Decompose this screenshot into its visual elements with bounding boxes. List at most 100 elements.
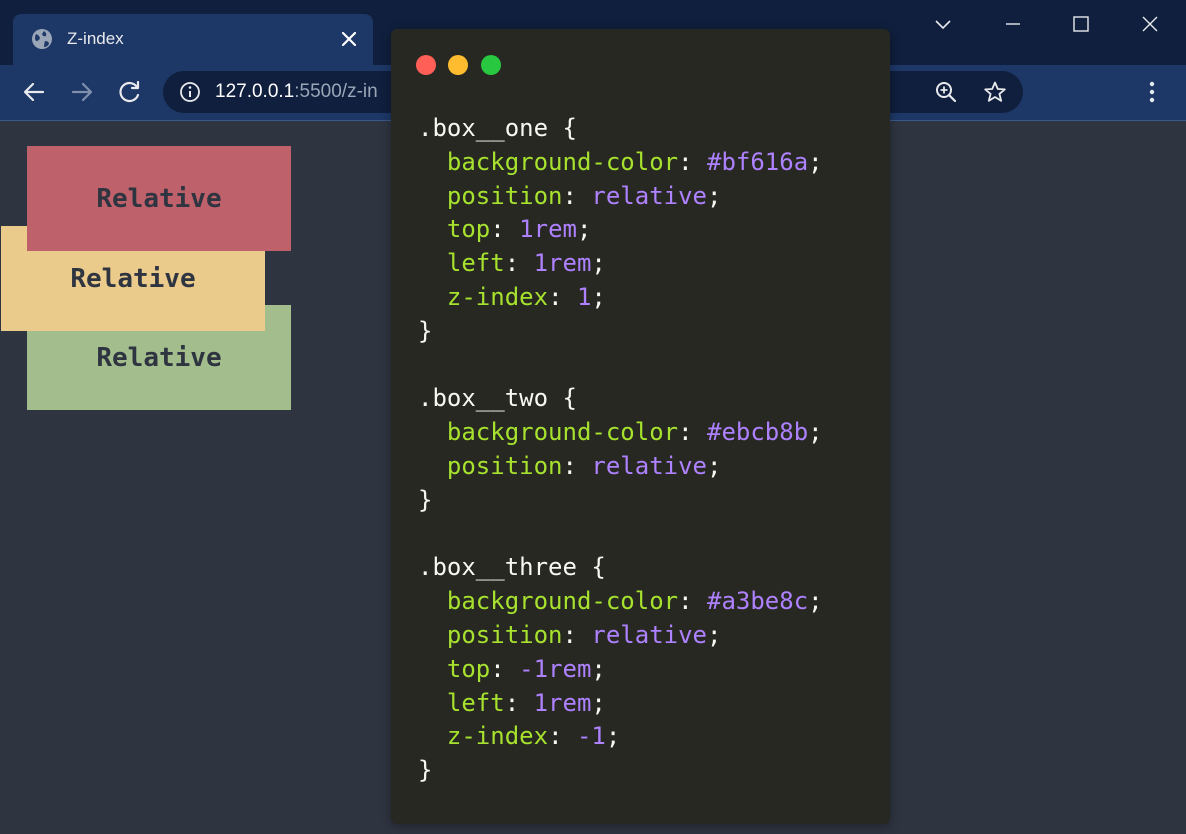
- code-token: background-color: [446, 147, 679, 176]
- star-icon[interactable]: [983, 80, 1007, 104]
- code-token: :: [504, 688, 534, 717]
- code-window: .box__one { background-color: #bf616a; p…: [391, 29, 890, 824]
- code-token: .box__three {: [418, 553, 606, 582]
- code-token: :: [562, 181, 592, 210]
- code-token: .box__two {: [418, 384, 577, 413]
- code-line: position: relative;: [418, 619, 823, 653]
- code-line: top: -1rem;: [418, 653, 823, 687]
- code-token: #a3be8c: [707, 587, 809, 616]
- reload-icon[interactable]: [117, 79, 143, 105]
- tab-z-index[interactable]: Z-index: [13, 14, 373, 65]
- code-block: .box__one { background-color: #bf616a; p…: [418, 112, 823, 788]
- code-token: z-index: [446, 282, 549, 311]
- code-token: left: [446, 249, 505, 278]
- code-token: 1: [576, 282, 592, 311]
- code-line: background-color: #ebcb8b;: [418, 416, 823, 450]
- code-token: position: [446, 451, 563, 480]
- code-token: 1rem: [519, 215, 577, 244]
- close-icon[interactable]: [340, 30, 358, 48]
- code-token: :: [490, 654, 520, 683]
- globe-icon: [32, 29, 52, 49]
- code-token: relative: [591, 451, 707, 480]
- zoom-in-icon[interactable]: [934, 80, 958, 104]
- window-close-icon[interactable]: [1140, 14, 1160, 34]
- chevron-down-icon[interactable]: [933, 14, 953, 34]
- code-token: :: [678, 418, 707, 447]
- box-one-label: Relative: [96, 183, 222, 214]
- code-token: z-index: [446, 722, 549, 751]
- code-token: top: [446, 654, 491, 683]
- code-line: }: [418, 754, 823, 788]
- code-token: ;: [707, 181, 722, 210]
- code-token: :: [678, 147, 707, 176]
- window-maximize-dot[interactable]: [481, 55, 501, 75]
- code-line: }: [418, 315, 823, 349]
- code-token: background-color: [446, 587, 679, 616]
- code-token: 1rem: [533, 688, 592, 717]
- code-line: z-index: 1;: [418, 281, 823, 315]
- code-line: background-color: #a3be8c;: [418, 585, 823, 619]
- code-token: ;: [591, 654, 606, 683]
- code-token: top: [446, 215, 491, 244]
- minimize-icon[interactable]: [1003, 14, 1023, 34]
- code-token: ;: [591, 282, 606, 311]
- code-line: position: relative;: [418, 450, 823, 484]
- code-line: background-color: #bf616a;: [418, 146, 823, 180]
- code-line: left: 1rem;: [418, 247, 823, 281]
- code-token: ;: [808, 418, 823, 447]
- url-path: :5500/z-in: [294, 81, 378, 102]
- code-token: relative: [591, 620, 707, 649]
- code-line: z-index: -1;: [418, 720, 823, 754]
- code-token: :: [548, 282, 577, 311]
- more-menu-icon[interactable]: [1140, 79, 1164, 105]
- code-token: ;: [591, 688, 606, 717]
- code-token: ;: [591, 249, 606, 278]
- box-three-label: Relative: [96, 342, 222, 373]
- code-token: :: [678, 587, 707, 616]
- maximize-icon[interactable]: [1071, 14, 1091, 34]
- info-icon[interactable]: [179, 81, 201, 103]
- code-token: -1: [576, 722, 606, 751]
- code-token: 1rem: [533, 249, 592, 278]
- window-close-dot[interactable]: [416, 55, 436, 75]
- code-token: #ebcb8b: [707, 418, 809, 447]
- code-token: ;: [707, 451, 722, 480]
- code-token: left: [446, 688, 505, 717]
- code-token: ;: [605, 722, 621, 751]
- code-line: .box__three {: [418, 551, 823, 585]
- window-minimize-dot[interactable]: [448, 55, 468, 75]
- code-line: .box__two {: [418, 382, 823, 416]
- code-token: :: [548, 722, 577, 751]
- code-token: ;: [808, 587, 823, 616]
- code-token: }: [418, 316, 433, 345]
- code-token: :: [562, 451, 592, 480]
- code-token: ;: [808, 147, 823, 176]
- code-token: :: [562, 620, 592, 649]
- tab-title: Z-index: [67, 29, 124, 48]
- url-text[interactable]: 127.0.0.1:5500/z-in: [215, 81, 378, 103]
- url-host: 127.0.0.1: [215, 81, 295, 102]
- code-line: left: 1rem;: [418, 687, 823, 721]
- code-line: }: [418, 484, 823, 518]
- code-token: #bf616a: [707, 147, 809, 176]
- code-token: background-color: [446, 418, 679, 447]
- code-token: :: [504, 249, 534, 278]
- code-token: :: [490, 215, 520, 244]
- code-token: position: [446, 620, 563, 649]
- code-token: position: [446, 181, 563, 210]
- back-arrow-icon[interactable]: [21, 79, 47, 105]
- forward-arrow-icon[interactable]: [69, 79, 95, 105]
- code-token: ;: [576, 215, 592, 244]
- box-one: Relative: [27, 146, 291, 251]
